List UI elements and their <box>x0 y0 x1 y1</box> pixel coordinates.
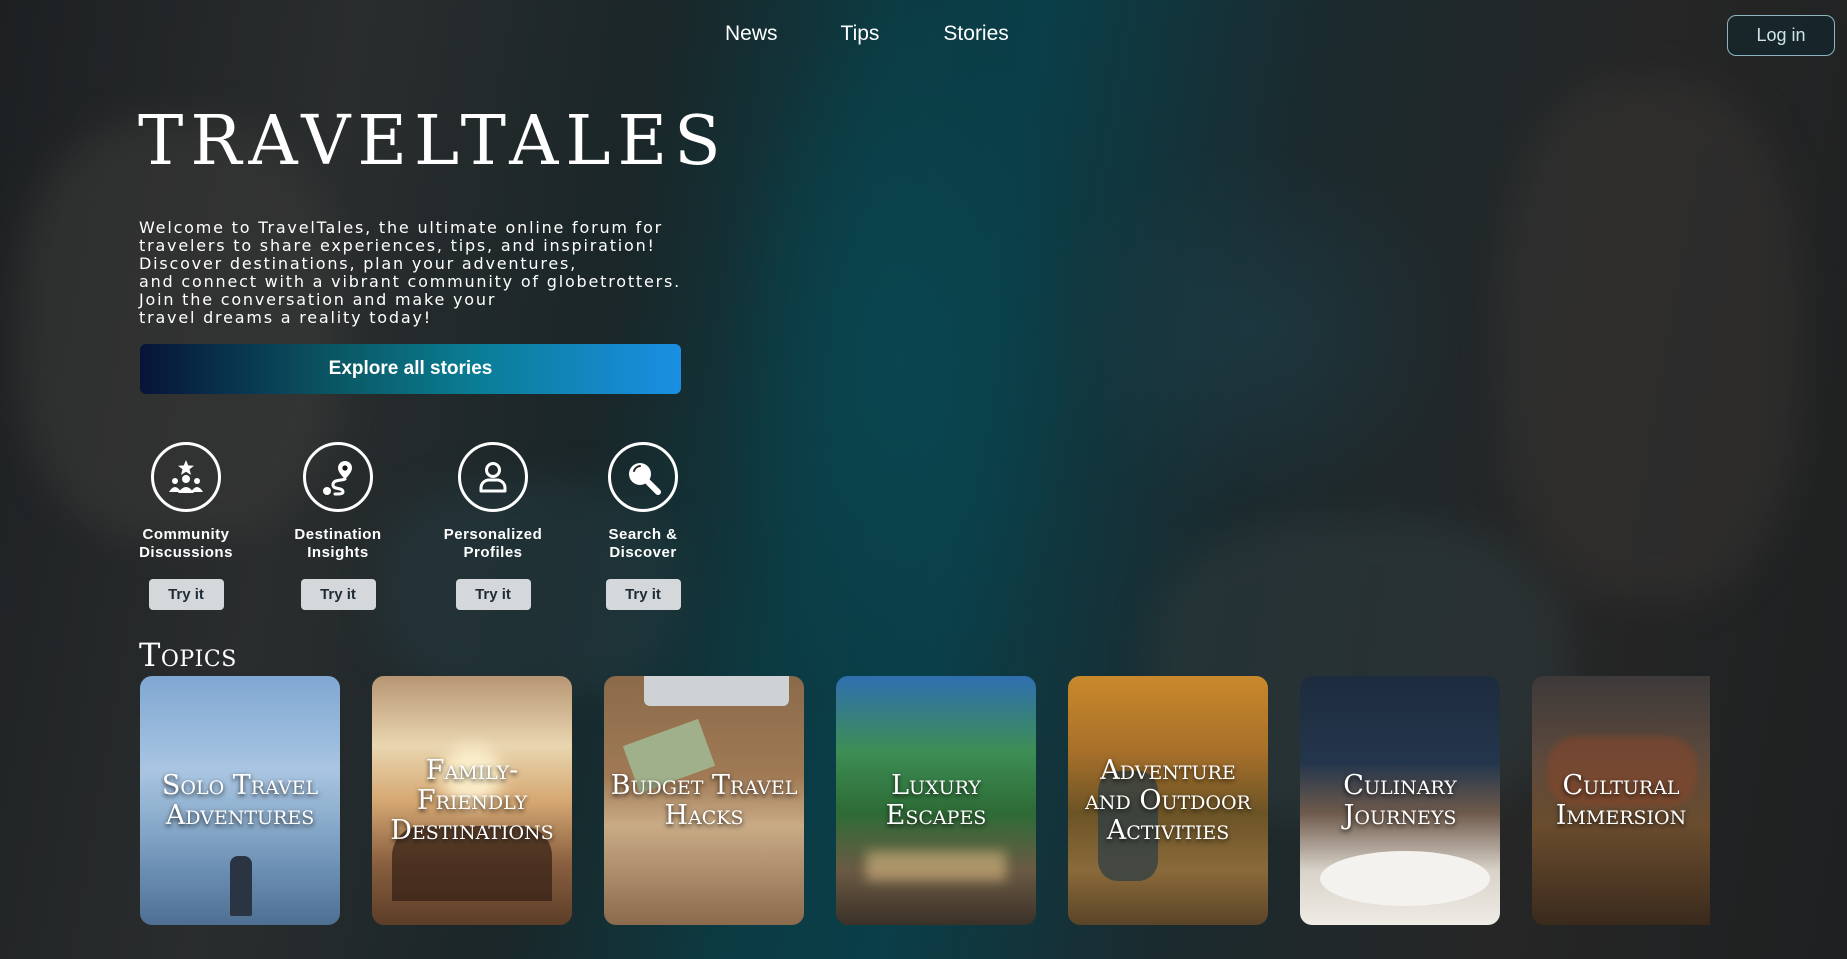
topic-card-family[interactable]: Family-Friendly Destinations <box>372 676 572 925</box>
magnifier-icon <box>608 442 678 512</box>
feature-search: Search & Discover Try it <box>573 442 713 610</box>
topic-title: Family-Friendly Destinations <box>390 754 554 846</box>
intro-text: Welcome to TravelTales, the ultimate onl… <box>139 218 682 327</box>
explore-stories-button[interactable]: Explore all stories <box>140 344 681 394</box>
try-community-button[interactable]: Try it <box>148 579 224 610</box>
feature-label: Destination Insights <box>294 526 382 561</box>
topic-card-solo[interactable]: Solo Travel Adventures <box>140 676 340 925</box>
try-profiles-button[interactable]: Try it <box>455 579 531 610</box>
feature-label: Personalized Profiles <box>443 526 543 561</box>
nav-news[interactable]: News <box>725 22 778 46</box>
topic-title: Luxury Escapes <box>885 769 987 831</box>
topic-card-adventure[interactable]: Adventure and Outdoor Activities <box>1068 676 1268 925</box>
try-search-button[interactable]: Try it <box>605 579 681 610</box>
nav-links: News Tips Stories <box>725 22 1009 46</box>
feature-community: Community Discussions Try it <box>116 442 256 610</box>
nav-stories[interactable]: Stories <box>943 22 1008 46</box>
topic-title: Cultural Immersion <box>1555 769 1687 831</box>
plate-image <box>1320 851 1490 906</box>
topic-title: Adventure and Outdoor Activities <box>1085 754 1251 846</box>
topic-title: Solo Travel Adventures <box>161 769 319 831</box>
login-button[interactable]: Log in <box>1727 15 1835 56</box>
topic-title: Budget Travel Hacks <box>610 769 798 831</box>
topics-heading: Topics <box>139 636 237 674</box>
feature-label: Community Discussions <box>139 526 233 561</box>
laptop-image <box>644 676 789 706</box>
topic-card-cultural[interactable]: Cultural Immersion <box>1532 676 1710 925</box>
feature-destination: Destination Insights Try it <box>268 442 408 610</box>
topic-card-culinary[interactable]: Culinary Journeys <box>1300 676 1500 925</box>
feature-label: Search & Discover <box>608 526 678 561</box>
try-destination-button[interactable]: Try it <box>300 579 376 610</box>
background-texture <box>1500 80 1800 600</box>
brand-title: TRAVELTALES <box>138 102 728 181</box>
community-star-icon <box>151 442 221 512</box>
topic-card-budget[interactable]: Budget Travel Hacks <box>604 676 804 925</box>
resort-lights-image <box>866 851 1006 881</box>
feature-profiles: Personalized Profiles Try it <box>423 442 563 610</box>
topic-card-luxury[interactable]: Luxury Escapes <box>836 676 1036 925</box>
route-pin-icon <box>303 442 373 512</box>
user-profile-icon <box>458 442 528 512</box>
nav-tips[interactable]: Tips <box>841 22 880 46</box>
topic-title: Culinary Journeys <box>1343 769 1457 831</box>
hiker-image <box>230 856 252 916</box>
